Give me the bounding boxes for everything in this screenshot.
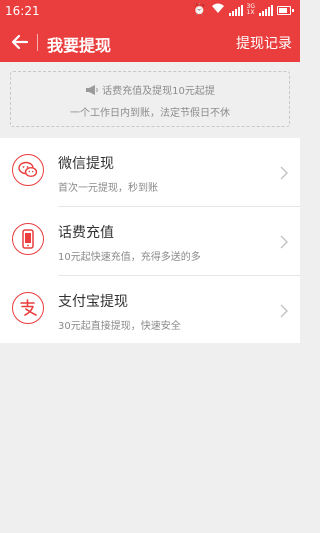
notice-text-1: 话费充值及提现10元起提 [102,86,215,97]
battery-tip [292,8,294,12]
item-title: 微信提现 [58,156,114,172]
signal-icon-1 [228,4,243,16]
battery-icon [277,5,291,15]
status-bar: 16:21 ⏰ 3G 1X [0,0,300,22]
signal-icon-2 [259,4,273,16]
status-icons: ⏰ 3G 1X [193,3,294,17]
back-arrow-icon[interactable] [8,30,32,54]
list-item-alipay-withdraw[interactable]: 支付宝提现 30元起直接提现，快速安全 [0,276,300,344]
chevron-right-icon [280,165,288,184]
alarm-icon: ⏰ [192,3,207,16]
item-subtitle: 10元起快速充值，充得多送的多 [58,252,201,263]
page-title: 我要提现 [47,36,112,55]
withdraw-record-link[interactable]: 提现记录 [236,33,292,53]
app-bar: 我要提现 提现记录 [0,22,300,62]
item-title: 话费充值 [58,225,114,241]
notice-box: 话费充值及提现10元起提 一个工作日内到账，法定节假日不休 [10,71,290,127]
network-type-labels: 3G 1X [247,4,255,16]
wechat-icon [12,154,44,186]
item-subtitle: 30元起直接提现，快速安全 [58,321,181,332]
phone-icon [12,223,44,255]
status-time: 16:21 [5,4,40,18]
megaphone-icon [85,84,99,99]
network-label-1x: 1X [246,9,255,16]
chevron-right-icon [280,234,288,253]
wifi-icon [211,3,225,17]
notice-line-2: 一个工作日内到账，法定节假日不休 [70,108,230,119]
header-divider [37,34,38,51]
notice-line-1: 话费充值及提现10元起提 [11,82,289,99]
list-item-phone-recharge[interactable]: 话费充值 10元起快速充值，充得多送的多 [0,207,300,275]
item-title: 支付宝提现 [58,294,128,310]
withdraw-options-list: 微信提现 首次一元提现，秒到账 话费充值 10元起快速充值，充得多送的多 支付宝… [0,138,300,343]
item-subtitle: 首次一元提现，秒到账 [58,183,158,194]
chevron-right-icon [280,303,288,322]
list-item-wechat-withdraw[interactable]: 微信提现 首次一元提现，秒到账 [0,138,300,206]
alipay-icon [12,292,44,324]
